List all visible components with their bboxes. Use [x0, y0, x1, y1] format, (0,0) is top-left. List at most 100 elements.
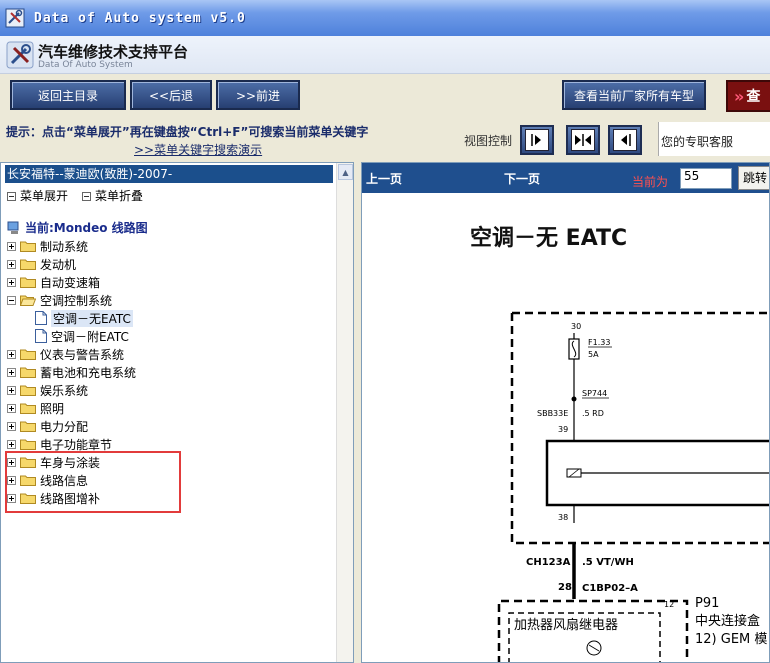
plus-icon[interactable]: [7, 421, 16, 431]
wiring-diagram: 空调－无 EATC 30 F1.33 5A SP744 SBB33E .5 RD…: [470, 225, 769, 662]
tree-item-wiring-info[interactable]: 线路信息: [7, 471, 136, 489]
tree-item-transmission[interactable]: 自动变速箱: [7, 273, 136, 291]
splice-dot: [571, 396, 577, 402]
next-page-link[interactable]: 下一页: [504, 170, 540, 187]
menu-tree: 制动系统 发动机 自动变速箱 空调控制系统 空调－无EATC 空调－附EATC …: [7, 237, 136, 507]
arrow-right-icon: [525, 129, 549, 151]
tree-item-label: 车身与涂装: [40, 455, 101, 470]
jump-button[interactable]: 跳转: [738, 166, 769, 190]
fuse-id-label: F1.33: [588, 338, 610, 347]
document-icon: [35, 311, 47, 325]
current-page-input[interactable]: 55: [680, 168, 732, 189]
minus-icon[interactable]: [7, 295, 16, 305]
wire-spec-1: .5 RD: [582, 409, 604, 418]
module-sub-label: 12) GEM 模: [695, 632, 767, 647]
tree-item-brakes[interactable]: 制动系统: [7, 237, 136, 255]
forward-button[interactable]: >>前进: [216, 80, 300, 110]
scroll-up-icon[interactable]: ▲: [338, 164, 353, 180]
module-id-label: P91: [695, 596, 719, 611]
menu-scrollbar[interactable]: ▲: [336, 163, 353, 662]
folder-icon: [20, 421, 36, 432]
relay-symbol-line: [588, 644, 600, 652]
folder-icon: [20, 277, 36, 288]
expand-menu-button[interactable]: 菜单展开: [7, 187, 68, 204]
plus-icon[interactable]: [7, 439, 16, 449]
pin-30-label: 30: [571, 322, 581, 331]
all-models-button[interactable]: 查看当前厂家所有车型: [562, 80, 706, 110]
back-button[interactable]: <<后退: [130, 80, 212, 110]
brand-bar: 汽车维修技术支持平台 Data Of Auto System: [0, 36, 770, 74]
folder-icon: [20, 259, 36, 270]
title-bar[interactable]: Data of Auto system v5.0: [0, 0, 770, 36]
tree-item-ac-with-eatc[interactable]: 空调－附EATC: [7, 327, 136, 345]
folder-icon: [20, 457, 36, 468]
customer-service[interactable]: 您的专职客服: [658, 122, 770, 156]
module-name-label: 中央连接盒: [695, 613, 760, 629]
tree-item-label: 娱乐系统: [40, 383, 89, 398]
diagram-panel: 上一页 下一页 当前为 55 跳转 空调－无 EATC 30 F1.33 5A …: [361, 162, 770, 663]
plus-icon[interactable]: [7, 385, 16, 395]
search-button-label: 查: [746, 89, 761, 105]
tree-item-wiring-supplement[interactable]: 线路图增补: [7, 489, 136, 507]
plus-icon[interactable]: [7, 259, 16, 269]
plus-icon[interactable]: [7, 493, 16, 503]
plus-icon[interactable]: [7, 367, 16, 377]
computer-icon: [7, 221, 19, 234]
view-expand-right-button[interactable]: [520, 125, 554, 155]
tree-item-label: 电子功能章节: [40, 437, 113, 452]
plus-icon[interactable]: [7, 277, 16, 287]
plus-icon[interactable]: [7, 349, 16, 359]
vehicle-selection: 长安福特--蒙迪欧(致胜)-2007-: [5, 165, 333, 183]
tree-item-label: 蓄电池和充电系统: [40, 365, 137, 380]
view-expand-left-button[interactable]: [608, 125, 642, 155]
tree-item-label: 发动机: [40, 257, 77, 272]
pin-38-label: 38: [558, 513, 568, 522]
plus-icon[interactable]: [7, 403, 16, 413]
tree-item-battery[interactable]: 蓄电池和充电系统: [7, 363, 136, 381]
plus-icon[interactable]: [7, 241, 16, 251]
wire-spec-2: .5 VT/WH: [582, 557, 634, 568]
tree-item-engine[interactable]: 发动机: [7, 255, 136, 273]
app-window: Data of Auto system v5.0 汽车维修技术支持平台 Data…: [0, 0, 770, 663]
folder-icon: [20, 475, 36, 486]
tree-item-label: 自动变速箱: [40, 275, 101, 290]
search-button[interactable]: » 查: [726, 80, 770, 112]
tree-item-ac-no-eatc[interactable]: 空调－无EATC: [7, 309, 136, 327]
tree-item-label: 空调－无EATC: [51, 309, 133, 327]
tree-item-label: 空调控制系统: [40, 293, 113, 308]
plus-icon[interactable]: [7, 475, 16, 485]
view-split-button[interactable]: [566, 125, 600, 155]
view-control-label: 视图控制: [464, 134, 513, 148]
collapse-menu-label: 菜单折叠: [95, 189, 144, 203]
folder-icon: [20, 439, 36, 450]
prev-page-link[interactable]: 上一页: [366, 170, 402, 187]
tree-item-body-paint[interactable]: 车身与涂装: [7, 453, 136, 471]
plus-icon[interactable]: [7, 457, 16, 467]
current-page-label: 当前为: [632, 175, 669, 189]
split-arrows-icon: [571, 129, 595, 151]
hint-row: 提示：点击“菜单展开”再在键盘按“Ctrl+F”可搜索当前菜单关键字 >>菜单关…: [0, 118, 770, 162]
arrow-left-icon: [613, 129, 637, 151]
folder-icon: [20, 367, 36, 378]
brand-subtitle: Data Of Auto System: [38, 60, 133, 70]
current-location: 当前:Mondeo 线路图: [7, 219, 148, 236]
upper-dashed-box: [510, 311, 769, 545]
tree-item-power-distribution[interactable]: 电力分配: [7, 417, 136, 435]
folder-icon: [20, 493, 36, 504]
tree-item-entertainment[interactable]: 娱乐系统: [7, 381, 136, 399]
search-demo-link[interactable]: >>菜单关键字搜索演示: [134, 141, 262, 158]
home-button[interactable]: 返回主目录: [10, 80, 126, 110]
collapse-menu-button[interactable]: 菜单折叠: [82, 187, 143, 204]
folder-icon: [20, 241, 36, 252]
brand-title: 汽车维修技术支持平台: [38, 43, 189, 61]
tree-item-label: 仪表与警告系统: [40, 347, 125, 362]
folder-icon: [20, 385, 36, 396]
tree-item-instruments[interactable]: 仪表与警告系统: [7, 345, 136, 363]
folder-icon: [20, 349, 36, 360]
fuse-rating-label: 5A: [588, 350, 599, 359]
circuit-label-2: CH123A: [526, 557, 571, 568]
tree-item-lighting[interactable]: 照明: [7, 399, 136, 417]
circuit-label-1: SBB33E: [537, 409, 568, 418]
tree-item-climate[interactable]: 空调控制系统: [7, 291, 136, 309]
tree-item-electronic-functions[interactable]: 电子功能章节: [7, 435, 136, 453]
